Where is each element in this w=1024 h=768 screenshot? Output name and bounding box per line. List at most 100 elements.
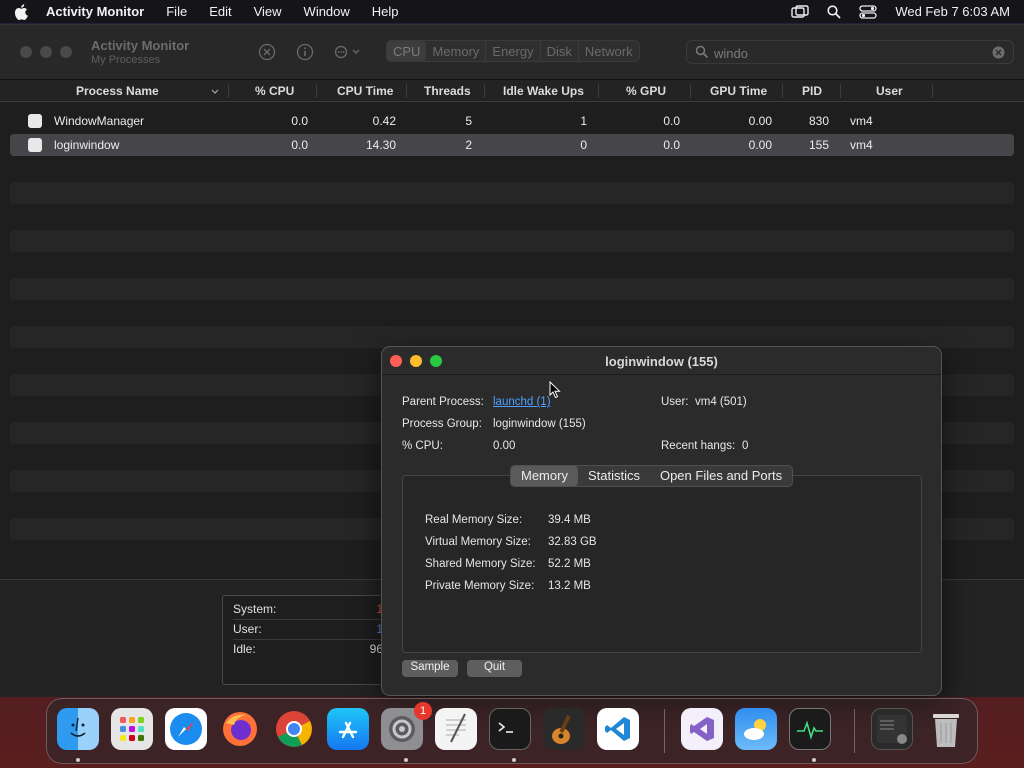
tab-energy[interactable]: Energy xyxy=(485,41,539,61)
cpu-time: 0.42 xyxy=(372,114,396,128)
cpu-percent-label: % CPU: xyxy=(402,440,443,452)
gpu-percent: 0.0 xyxy=(663,114,680,128)
column-gpu-time[interactable]: GPU Time xyxy=(710,84,767,98)
inspector-tabs: Memory Statistics Open Files and Ports xyxy=(510,465,794,487)
cpu-time: 14.30 xyxy=(365,138,396,152)
search-input[interactable] xyxy=(714,44,984,62)
menu-bar: Activity Monitor File Edit View Window H… xyxy=(0,0,1024,23)
vscode-icon[interactable] xyxy=(597,708,639,750)
window-title: Activity Monitor xyxy=(91,38,190,53)
terminal-icon[interactable] xyxy=(489,708,531,750)
close-button-inactive[interactable] xyxy=(20,46,32,58)
category-tabs: CPU Memory Energy Disk Network xyxy=(386,40,640,62)
idle-wake-ups: 1 xyxy=(580,114,587,128)
process-name: WindowManager xyxy=(54,114,145,128)
parent-process-link[interactable]: launchd (1) xyxy=(493,396,551,408)
menubar-clock[interactable]: Wed Feb 7 6:03 AM xyxy=(895,4,1010,19)
apple-menu-icon[interactable] xyxy=(14,3,28,20)
tab-memory[interactable]: Memory xyxy=(511,466,578,486)
cpu-percent: 0.0 xyxy=(291,138,308,152)
more-actions-icon[interactable] xyxy=(334,43,364,61)
real-memory-value: 39.4 MB xyxy=(548,514,591,526)
menu-file[interactable]: File xyxy=(166,4,187,19)
table-row[interactable]: WindowManager 0.0 0.42 5 1 0.0 0.00 830 … xyxy=(10,110,1014,132)
threads: 5 xyxy=(465,114,472,128)
virtual-memory-value: 32.83 GB xyxy=(548,536,597,548)
menu-help[interactable]: Help xyxy=(372,4,399,19)
app-store-icon[interactable] xyxy=(327,708,369,750)
pid: 830 xyxy=(808,114,829,128)
real-memory-label: Real Memory Size: xyxy=(425,514,523,526)
tab-network[interactable]: Network xyxy=(577,41,639,61)
process-inspector-window: loginwindow (155) Parent Process: launch… xyxy=(381,346,942,696)
column-user[interactable]: User xyxy=(876,84,903,98)
textedit-icon[interactable] xyxy=(435,708,477,750)
quit-button[interactable]: Quit xyxy=(467,660,522,677)
user: vm4 xyxy=(850,114,873,128)
menu-window[interactable]: Window xyxy=(304,4,350,19)
empty-row xyxy=(10,230,1014,252)
cpu-percent: 0.0 xyxy=(291,114,308,128)
chrome-icon[interactable] xyxy=(273,708,315,750)
process-icon xyxy=(28,138,42,152)
column-process-name[interactable]: Process Name xyxy=(76,84,159,98)
threads: 2 xyxy=(465,138,472,152)
tab-disk[interactable]: Disk xyxy=(539,41,578,61)
tab-memory[interactable]: Memory xyxy=(426,41,485,61)
idle-wake-ups: 0 xyxy=(580,138,587,152)
user: vm4 xyxy=(850,138,873,152)
sort-chevron-down-icon[interactable] xyxy=(211,89,219,95)
launchpad-icon[interactable] xyxy=(111,708,153,750)
memory-panel: Real Memory Size: 39.4 MB Virtual Memory… xyxy=(402,475,922,653)
menu-edit[interactable]: Edit xyxy=(209,4,231,19)
table-row-selected[interactable]: loginwindow 0.0 14.30 2 0 0.0 0.00 155 v… xyxy=(10,134,1014,156)
tab-open-files-and-ports[interactable]: Open Files and Ports xyxy=(650,466,792,486)
weather-icon[interactable] xyxy=(735,708,777,750)
user-value: vm4 (501) xyxy=(695,396,747,408)
tab-cpu[interactable]: CPU xyxy=(387,41,427,61)
gpu-time: 0.00 xyxy=(748,138,772,152)
notification-badge: 1 xyxy=(414,702,432,720)
column-pid[interactable]: PID xyxy=(802,84,822,98)
spotlight-icon[interactable] xyxy=(827,4,841,19)
visual-studio-icon[interactable] xyxy=(681,708,723,750)
mouse-cursor-icon xyxy=(549,381,561,399)
firefox-icon[interactable] xyxy=(219,708,261,750)
safari-icon[interactable] xyxy=(165,708,207,750)
trash-icon[interactable] xyxy=(925,708,967,750)
zoom-button-inactive[interactable] xyxy=(60,46,72,58)
finder-icon[interactable] xyxy=(57,708,99,750)
info-icon[interactable] xyxy=(296,43,314,61)
private-memory-value: 13.2 MB xyxy=(548,580,591,592)
column-gpu-percent[interactable]: % GPU xyxy=(626,84,666,98)
toolbar: Activity Monitor My Processes CPU Memory… xyxy=(0,25,1024,80)
screen-mirroring-icon[interactable] xyxy=(791,4,810,19)
table-header: Process Name % CPU CPU Time Threads Idle… xyxy=(0,80,1024,102)
menu-view[interactable]: View xyxy=(254,4,282,19)
search-icon xyxy=(695,45,709,59)
sample-button[interactable]: Sample xyxy=(402,660,458,677)
shared-memory-value: 52.2 MB xyxy=(548,558,591,570)
activity-monitor-icon[interactable] xyxy=(789,708,831,750)
control-center-icon[interactable] xyxy=(859,4,877,19)
column-idle-wake-ups[interactable]: Idle Wake Ups xyxy=(503,84,584,98)
inspector-titlebar: loginwindow (155) xyxy=(382,347,941,375)
minimize-button-inactive[interactable] xyxy=(40,46,52,58)
private-memory-label: Private Memory Size: xyxy=(425,580,535,592)
stop-process-icon[interactable] xyxy=(258,43,276,61)
column-cpu-time[interactable]: CPU Time xyxy=(337,84,393,98)
virtual-memory-label: Virtual Memory Size: xyxy=(425,536,531,548)
system-label: System: xyxy=(233,602,277,616)
garageband-icon[interactable] xyxy=(543,708,585,750)
window-preview-icon[interactable] xyxy=(871,708,913,750)
recent-hangs-label: Recent hangs: xyxy=(661,440,736,452)
column-cpu-percent[interactable]: % CPU xyxy=(255,84,294,98)
menu-app-name[interactable]: Activity Monitor xyxy=(46,4,144,19)
gpu-percent: 0.0 xyxy=(663,138,680,152)
dock: 1 xyxy=(46,698,978,764)
tab-statistics[interactable]: Statistics xyxy=(578,466,650,486)
search-field[interactable] xyxy=(686,40,1014,64)
clear-search-icon[interactable] xyxy=(992,46,1005,59)
column-threads[interactable]: Threads xyxy=(424,84,471,98)
process-group-value: loginwindow (155) xyxy=(493,418,586,430)
